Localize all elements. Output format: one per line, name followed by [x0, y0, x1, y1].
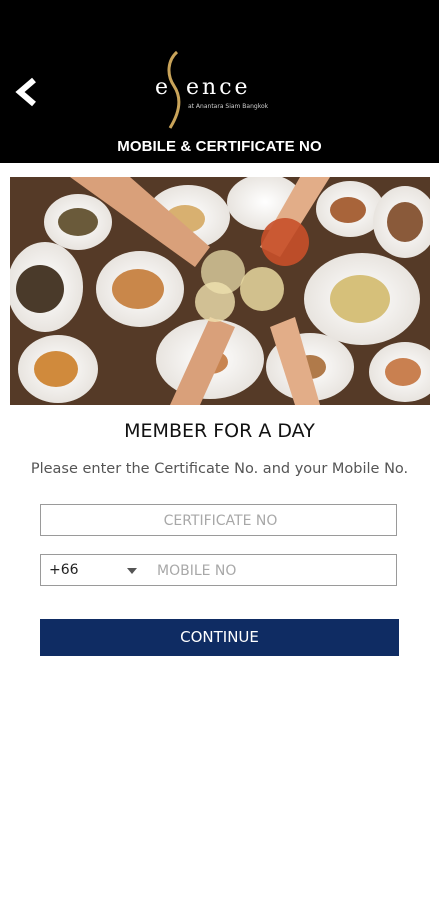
dropdown-arrow-icon[interactable]: [127, 568, 137, 574]
essence-logo: e ence at Anantara Siam Bangkok: [150, 50, 310, 130]
back-button[interactable]: [12, 76, 44, 108]
continue-button[interactable]: CONTINUE: [40, 619, 399, 656]
instructions-text: Please enter the Certificate No. and you…: [30, 461, 409, 477]
hero-image: [10, 177, 430, 405]
svg-text:at Anantara Siam Bangkok: at Anantara Siam Bangkok: [188, 103, 269, 110]
svg-text:e: e: [155, 75, 168, 100]
certificate-field[interactable]: [40, 504, 400, 537]
page-title: MOBILE & CERTIFICATE NO: [117, 138, 322, 155]
certificate-input[interactable]: [41, 505, 400, 537]
svg-text:ence: ence: [186, 75, 251, 100]
app-header: e ence at Anantara Siam Bangkok MOBILE &…: [0, 0, 439, 163]
chevron-left-icon: [15, 77, 36, 107]
section-title: MEMBER FOR A DAY: [124, 420, 315, 442]
country-code-select[interactable]: +66: [49, 562, 79, 578]
mobile-input[interactable]: [155, 555, 399, 587]
mobile-field[interactable]: +66: [40, 554, 399, 587]
